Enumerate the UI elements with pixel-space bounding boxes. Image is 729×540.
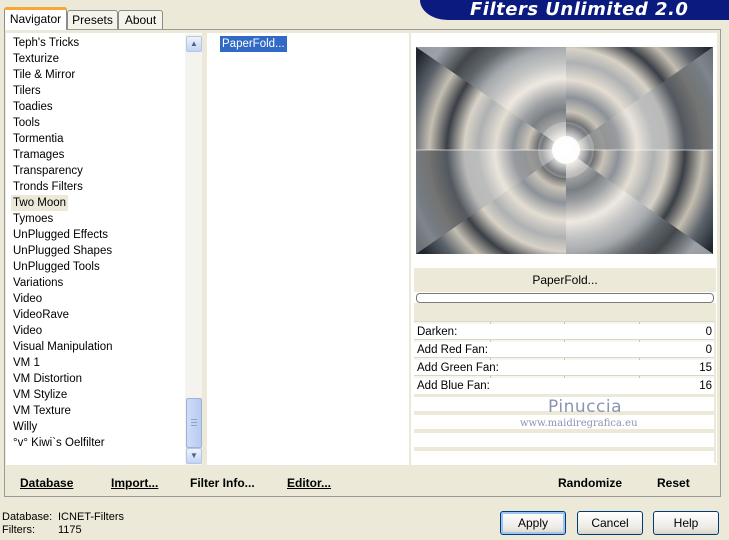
category-item[interactable]: Teph's Tricks <box>13 35 79 51</box>
filter-info-button[interactable]: Filter Info... <box>190 474 255 492</box>
param-label-blue-fan: Add Blue Fan: <box>417 380 490 392</box>
category-item[interactable]: Visual Manipulation <box>13 339 113 355</box>
category-item[interactable]: VideoRave <box>13 307 69 323</box>
category-list[interactable]: Teph's Tricks Texturize Tile & Mirror Ti… <box>6 33 202 465</box>
database-status-label: Database: <box>2 511 53 523</box>
category-item[interactable]: UnPlugged Shapes <box>13 243 112 259</box>
param-value-green-fan: 15 <box>699 362 712 374</box>
empty-param-row <box>414 433 714 447</box>
scroll-thumb[interactable] <box>186 398 202 448</box>
param-value-blue-fan: 16 <box>699 380 712 392</box>
progress-bar <box>416 293 714 303</box>
param-label-darken: Darken: <box>417 326 458 338</box>
filters-status-value: 1175 <box>58 524 82 536</box>
category-item[interactable]: °v° Kiwi`s Oelfilter <box>13 435 105 451</box>
category-item[interactable]: Toadies <box>13 99 53 115</box>
param-label-green-fan: Add Green Fan: <box>417 362 499 374</box>
param-value-red-fan: 0 <box>705 344 712 356</box>
grip-line <box>191 422 197 423</box>
tab-navigator[interactable]: Navigator <box>4 7 67 30</box>
watermark-name: Pinuccia <box>548 397 622 417</box>
category-item[interactable]: Video <box>13 291 42 307</box>
chevron-up-icon[interactable]: ▲ <box>186 36 202 52</box>
category-item[interactable]: UnPlugged Tools <box>13 259 100 275</box>
grip-icon <box>191 419 197 420</box>
reset-button[interactable]: Reset <box>657 474 690 492</box>
category-item[interactable]: VM Texture <box>13 403 71 419</box>
category-item[interactable]: Tramages <box>13 147 64 163</box>
category-item-selected[interactable]: Two Moon <box>11 195 69 211</box>
editor-button[interactable]: Editor... <box>287 474 331 492</box>
param-value-darken: 0 <box>705 326 712 338</box>
tab-about[interactable]: About <box>118 10 163 29</box>
category-item[interactable]: VM Stylize <box>13 387 67 403</box>
category-item[interactable]: Tymoes <box>13 211 53 227</box>
param-label-red-fan: Add Red Fan: <box>417 344 488 356</box>
apply-button[interactable]: Apply <box>500 511 566 535</box>
filter-item-selected[interactable]: PaperFold... <box>220 36 287 52</box>
empty-param-row <box>414 451 714 465</box>
category-item[interactable]: VM Distortion <box>13 371 82 387</box>
database-status-value: ICNET-Filters <box>58 511 124 523</box>
category-item[interactable]: Tronds Filters <box>13 179 83 195</box>
filters-status-label: Filters: <box>2 524 35 536</box>
app-title: Filters Unlimited 2.0 <box>470 0 689 20</box>
category-item[interactable]: Tilers <box>13 83 41 99</box>
category-item[interactable]: VM 1 <box>13 355 40 371</box>
help-button[interactable]: Help <box>653 511 719 535</box>
category-item[interactable]: UnPlugged Effects <box>13 227 108 243</box>
category-item[interactable]: Texturize <box>13 51 59 67</box>
category-item[interactable]: Transparency <box>13 163 83 179</box>
category-item[interactable]: Willy <box>13 419 37 435</box>
grip-line <box>191 425 197 426</box>
cancel-button[interactable]: Cancel <box>577 511 643 535</box>
randomize-button[interactable]: Randomize <box>558 474 622 492</box>
filter-list[interactable]: PaperFold... <box>207 33 409 465</box>
chevron-down-icon[interactable]: ▼ <box>186 448 202 464</box>
import-button[interactable]: Import... <box>111 474 158 492</box>
preview-image <box>416 47 713 254</box>
watermark-url: www.maidiregrafica.eu <box>520 418 638 429</box>
category-item[interactable]: Tormentia <box>13 131 64 147</box>
category-item[interactable]: Tile & Mirror <box>13 67 75 83</box>
category-item[interactable]: Tools <box>13 115 40 131</box>
database-button[interactable]: Database <box>20 474 73 492</box>
filter-name-label: PaperFold... <box>532 273 598 287</box>
tab-presets[interactable]: Presets <box>67 10 118 29</box>
category-item[interactable]: Variations <box>13 275 63 291</box>
category-scrollbar[interactable]: ▲ ▼ <box>185 34 202 465</box>
category-item[interactable]: Video <box>13 323 42 339</box>
